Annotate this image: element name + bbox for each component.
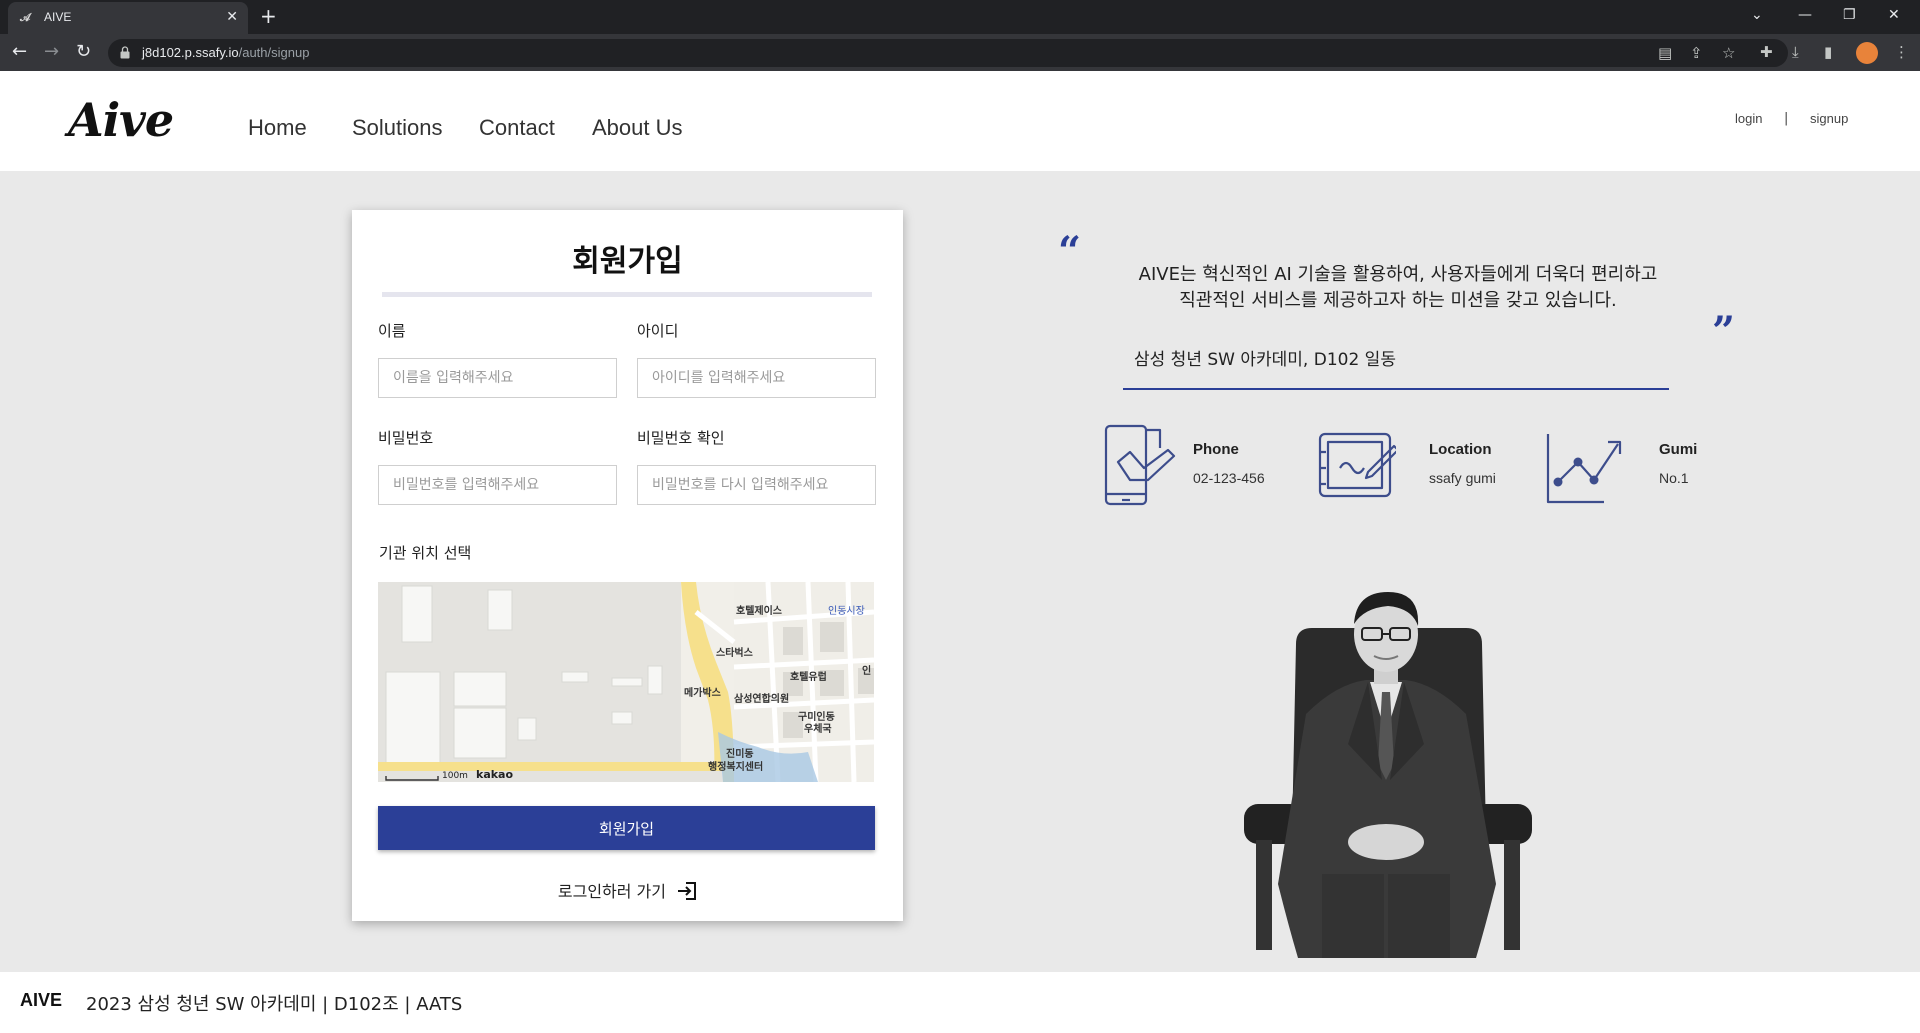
tab-search-icon[interactable]: ⌄ <box>1751 6 1763 24</box>
minimize-icon[interactable]: — <box>1798 6 1812 24</box>
back-icon[interactable]: ← <box>12 42 27 62</box>
footer-brand: AIVE <box>20 990 63 1010</box>
info-value: No.1 <box>1659 470 1689 486</box>
nav-about-us[interactable]: About Us <box>592 115 683 141</box>
id-label: 아이디 <box>637 322 679 340</box>
nav-home[interactable]: Home <box>248 115 307 141</box>
person-photo <box>1244 592 1532 958</box>
browser-tab-bar: 𝒜 AIVE ✕ + ⌄ — ❐ ✕ <box>0 0 1920 34</box>
translate-icon[interactable]: ▤ <box>1658 44 1672 62</box>
map-label: 행정복지센터 <box>708 762 764 773</box>
open-quote-icon: “ <box>1058 228 1082 275</box>
signature-underline <box>1123 388 1669 390</box>
tab-title: AIVE <box>44 10 72 24</box>
map-label: 삼성연합의원 <box>734 694 790 705</box>
location-label: 기관 위치 선택 <box>379 544 472 562</box>
side-panel-icon[interactable]: ▮ <box>1824 43 1832 61</box>
site-header: Aive Home Solutions Contact About Us log… <box>0 71 1920 171</box>
nav-contact[interactable]: Contact <box>479 115 555 141</box>
name-input[interactable] <box>378 358 617 398</box>
extensions-icon[interactable]: ✚ <box>1760 43 1773 61</box>
password-confirm-label: 비밀번호 확인 <box>637 429 725 447</box>
reload-icon[interactable]: ↻ <box>76 42 91 62</box>
close-quote-icon: ” <box>1712 308 1736 355</box>
browser-tab[interactable]: 𝒜 AIVE ✕ <box>8 2 248 34</box>
auth-separator: | <box>1784 111 1789 126</box>
info-title: Location <box>1429 441 1492 458</box>
chart-icon <box>1546 434 1622 504</box>
browser-toolbar: ← → ↻ j8d102.p.ssafy.io/auth/signup ▤ ⇪ … <box>0 34 1920 71</box>
info-value: 02-123-456 <box>1193 470 1265 486</box>
map-label: 인동시장 <box>828 606 865 617</box>
aive-logo[interactable]: Aive <box>68 93 174 147</box>
id-input[interactable] <box>637 358 876 398</box>
signup-link[interactable]: signup <box>1810 111 1848 126</box>
map-label: 메가박스 <box>684 688 721 699</box>
name-label: 이름 <box>378 322 406 340</box>
map-label: 스타벅스 <box>716 648 753 659</box>
goto-login-link[interactable]: 로그인하러 가기 <box>352 878 903 902</box>
footer-copyright: 2023 삼성 청년 SW 아카데미 | D102조 | AATS <box>86 994 463 1015</box>
lock-icon <box>120 46 130 59</box>
map-label: 호텔제이스 <box>736 606 782 617</box>
map-label: 우체국 <box>804 724 832 735</box>
share-icon[interactable]: ⇪ <box>1690 44 1703 62</box>
bookmark-star-icon[interactable]: ☆ <box>1722 44 1735 62</box>
info-title: Gumi <box>1659 441 1698 458</box>
address-bar[interactable]: j8d102.p.ssafy.io/auth/signup ▤ ⇪ ☆ <box>108 39 1788 67</box>
password-confirm-input[interactable] <box>637 465 876 505</box>
info-title: Phone <box>1193 441 1239 458</box>
menu-dots-icon[interactable]: ⋮ <box>1894 43 1909 61</box>
title-divider <box>382 292 872 297</box>
mission-text: AIVE는 혁신적인 AI 기술을 활용하여, 사용자들에게 더욱더 편리하고 … <box>1088 262 1708 314</box>
location-icon <box>1318 432 1396 498</box>
signup-title: 회원가입 <box>572 244 683 279</box>
map-scale-label: 100m <box>442 771 468 781</box>
url-text: j8d102.p.ssafy.io/auth/signup <box>142 45 310 60</box>
map-label: 인 <box>862 666 872 677</box>
goto-login-label: 로그인하러 가기 <box>557 882 667 901</box>
password-label: 비밀번호 <box>378 429 434 447</box>
new-tab-icon[interactable]: + <box>260 6 277 26</box>
forward-icon[interactable]: → <box>44 42 59 62</box>
restore-icon[interactable]: ❐ <box>1843 6 1856 24</box>
tab-favicon-icon: 𝒜 <box>20 11 31 24</box>
mission-line: AIVE는 혁신적인 AI 기술을 활용하여, 사용자들에게 더욱더 편리하고 <box>1138 264 1658 285</box>
org-signature: 삼성 청년 SW 아카데미, D102 일동 <box>1134 350 1396 370</box>
download-icon[interactable]: ⤓ <box>1792 43 1799 61</box>
kakao-map-logo: kakao <box>476 768 514 781</box>
phone-icon <box>1104 424 1176 506</box>
signup-card: 회원가입 이름 아이디 비밀번호 비밀번호 확인 기관 위치 선택 <box>352 210 903 921</box>
site-footer: AIVE 2023 삼성 청년 SW 아카데미 | D102조 | AATS <box>0 972 1920 1033</box>
profile-avatar[interactable] <box>1856 42 1878 64</box>
login-arrow-icon <box>678 882 697 900</box>
location-map[interactable]: 호텔제이스 인동시장 스타벅스 호텔유럽 메가박스 삼성연합의원 구미인동 우체… <box>378 582 874 782</box>
map-label: 호텔유럽 <box>790 672 827 683</box>
info-value: ssafy gumi <box>1429 470 1496 486</box>
password-input[interactable] <box>378 465 617 505</box>
nav-solutions[interactable]: Solutions <box>352 115 443 141</box>
window-close-icon[interactable]: ✕ <box>1888 6 1900 24</box>
signup-submit-button[interactable]: 회원가입 <box>378 806 875 850</box>
login-link[interactable]: login <box>1735 111 1762 126</box>
close-tab-icon[interactable]: ✕ <box>226 9 238 25</box>
mission-line: 직관적인 서비스를 제공하고자 하는 미션을 갖고 있습니다. <box>1179 290 1617 311</box>
